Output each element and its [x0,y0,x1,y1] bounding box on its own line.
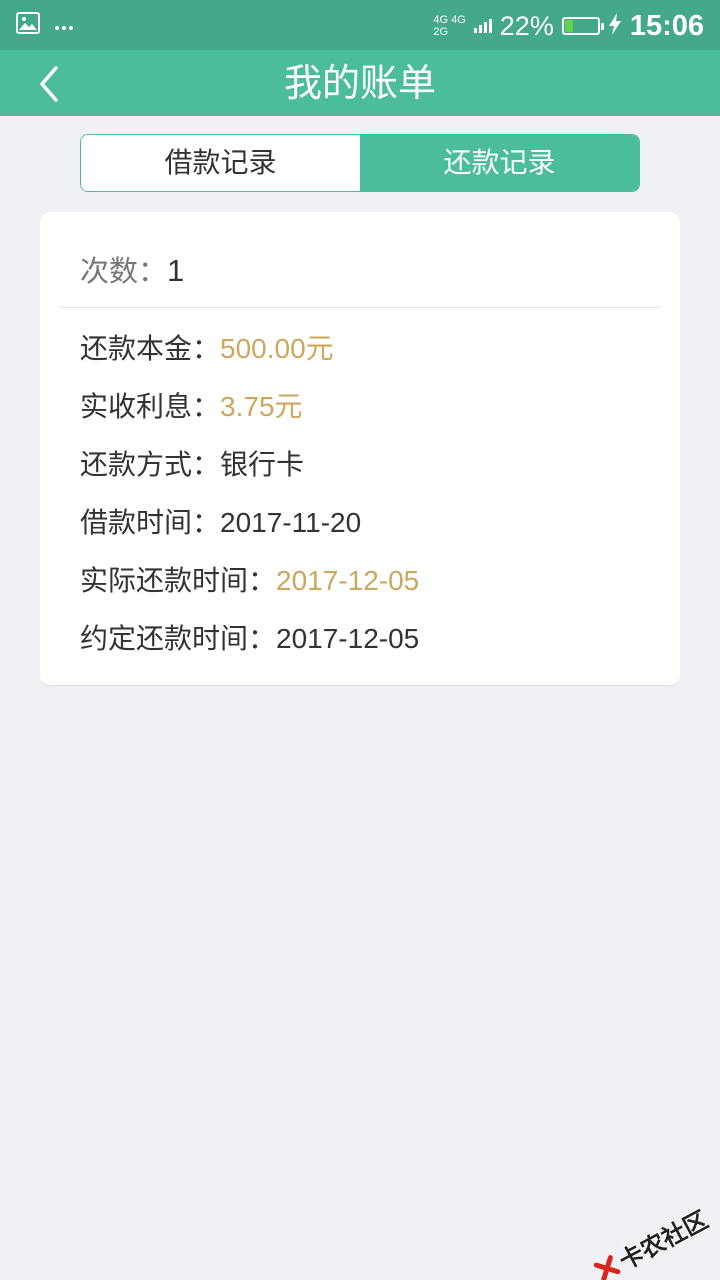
loan-date-value: 2017-11-20 [220,507,362,538]
clock: 15:06 [629,9,704,42]
network-type-bottom: 2G [433,26,449,38]
interest-value: 3.75元 [220,391,303,422]
method-value: 银行卡 [220,449,305,480]
status-right: 4G 4G 2G 22% 15:06 [433,8,704,44]
repayment-card: 次数：1 还款本金：500.00元 实收利息：3.75元 还款方式：银行卡 借款… [40,212,680,686]
watermark: 卡农社区 [589,1200,713,1280]
tab-repayment-records[interactable]: 还款记录 [360,135,639,191]
due-date-label: 约定还款时间： [80,622,277,655]
title-bar: 我的账单 [0,50,720,116]
method-label: 还款方式： [80,448,221,481]
network-type: 4G 4G 2G [433,14,465,38]
network-type-top: 4G 4G [433,14,466,26]
more-notifications-icon [54,16,74,35]
page-title: 我的账单 [283,61,436,105]
tab-loan-records[interactable]: 借款记录 [81,135,360,191]
actual-repay-date-value: 2017-12-05 [276,565,420,596]
status-bar: 4G 4G 2G 22% 15:06 [0,0,720,50]
status-left [16,12,74,38]
actual-repay-date-label: 实际还款时间： [80,564,277,597]
interest-label: 实收利息： [80,390,221,423]
watermark-text: 卡农社区 [614,1205,713,1276]
charging-icon [608,13,622,39]
record-tabs: 借款记录 还款记录 [80,134,640,192]
due-date-row: 约定还款时间：2017-12-05 [80,618,419,676]
method-row: 还款方式：银行卡 [80,444,419,502]
count-row: 次数：1 [80,248,184,290]
battery-icon [561,17,604,35]
due-date-value: 2017-12-05 [276,623,420,654]
interest-row: 实收利息：3.75元 [80,386,419,444]
count-value: 1 [167,253,185,288]
signal-icon [473,19,492,33]
divider [60,307,660,308]
principal-label: 还款本金： [80,332,221,365]
actual-repay-date-row: 实际还款时间：2017-12-05 [80,560,419,618]
principal-value: 500.00元 [220,333,334,364]
loan-date-label: 借款时间： [80,506,221,539]
loan-date-row: 借款时间：2017-11-20 [80,502,419,560]
principal-row: 还款本金：500.00元 [80,328,419,386]
count-label: 次数： [80,254,168,288]
battery-percent: 22% [499,10,554,41]
detail-list: 还款本金：500.00元 实收利息：3.75元 还款方式：银行卡 借款时间：20… [80,328,419,676]
gallery-icon [16,12,40,38]
